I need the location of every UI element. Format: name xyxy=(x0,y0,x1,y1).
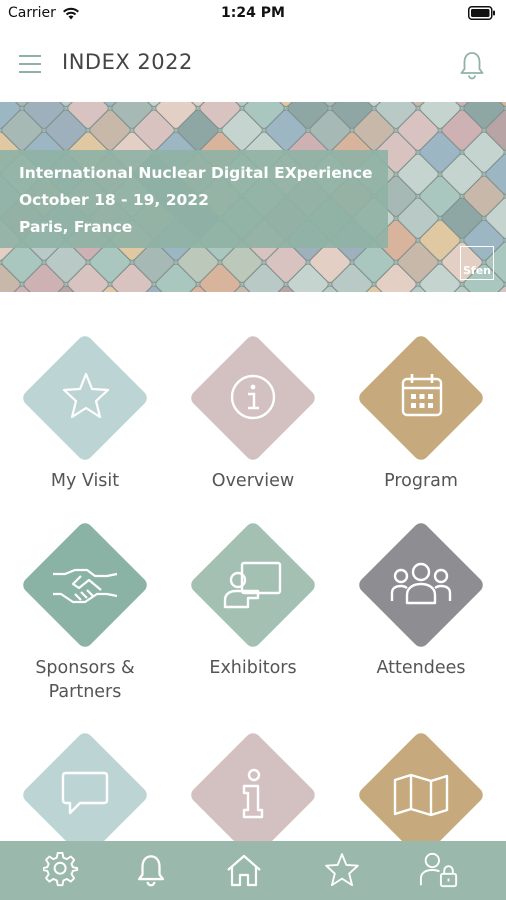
star-icon xyxy=(325,853,359,887)
star-icon xyxy=(62,372,110,419)
presenter-icon xyxy=(223,561,282,609)
tile-label: Overview xyxy=(211,471,295,491)
tile-label: Attendees xyxy=(376,658,466,678)
bell-icon xyxy=(137,855,165,887)
tab-account[interactable] xyxy=(419,850,459,890)
tile-label: Exhibitors xyxy=(209,658,297,678)
people-icon xyxy=(390,562,452,605)
event-name: International Nuclear Digital EXperience xyxy=(19,164,373,182)
clock: 1:24 PM xyxy=(221,5,285,21)
status-bar: Carrier 1:24 PM xyxy=(0,0,506,28)
hamburger-menu-icon[interactable] xyxy=(18,52,42,76)
tab-notifications[interactable] xyxy=(131,850,171,890)
sfen-logo: Sfen xyxy=(460,246,494,280)
tile-label: My Visit xyxy=(50,471,120,491)
gear-icon xyxy=(43,852,79,887)
app-header: INDEX 2022 xyxy=(0,28,506,102)
home-icon xyxy=(227,854,261,887)
event-location: Paris, France xyxy=(19,218,133,236)
tab-home[interactable] xyxy=(224,850,264,890)
handshake-icon xyxy=(53,568,118,604)
bottom-tab-bar xyxy=(0,841,506,900)
event-dates: October 18 - 19, 2022 xyxy=(19,191,209,209)
event-banner[interactable]: International Nuclear Digital EXperience… xyxy=(0,102,506,292)
tab-settings[interactable] xyxy=(41,850,81,890)
user-lock-icon xyxy=(419,852,458,888)
page-title: INDEX 2022 xyxy=(62,50,193,74)
tile-label: Sponsors & Partners xyxy=(35,658,135,702)
tile-label: Program xyxy=(384,471,458,491)
chat-bubble-icon xyxy=(61,771,109,815)
event-info-box: International Nuclear Digital EXperience… xyxy=(0,150,388,248)
calendar-icon xyxy=(401,374,443,417)
info-circle-icon xyxy=(230,374,276,420)
info-icon xyxy=(242,768,264,819)
battery-icon xyxy=(468,6,495,20)
bell-icon[interactable] xyxy=(458,50,486,80)
tab-favorites[interactable] xyxy=(322,850,362,890)
map-icon xyxy=(393,773,449,817)
